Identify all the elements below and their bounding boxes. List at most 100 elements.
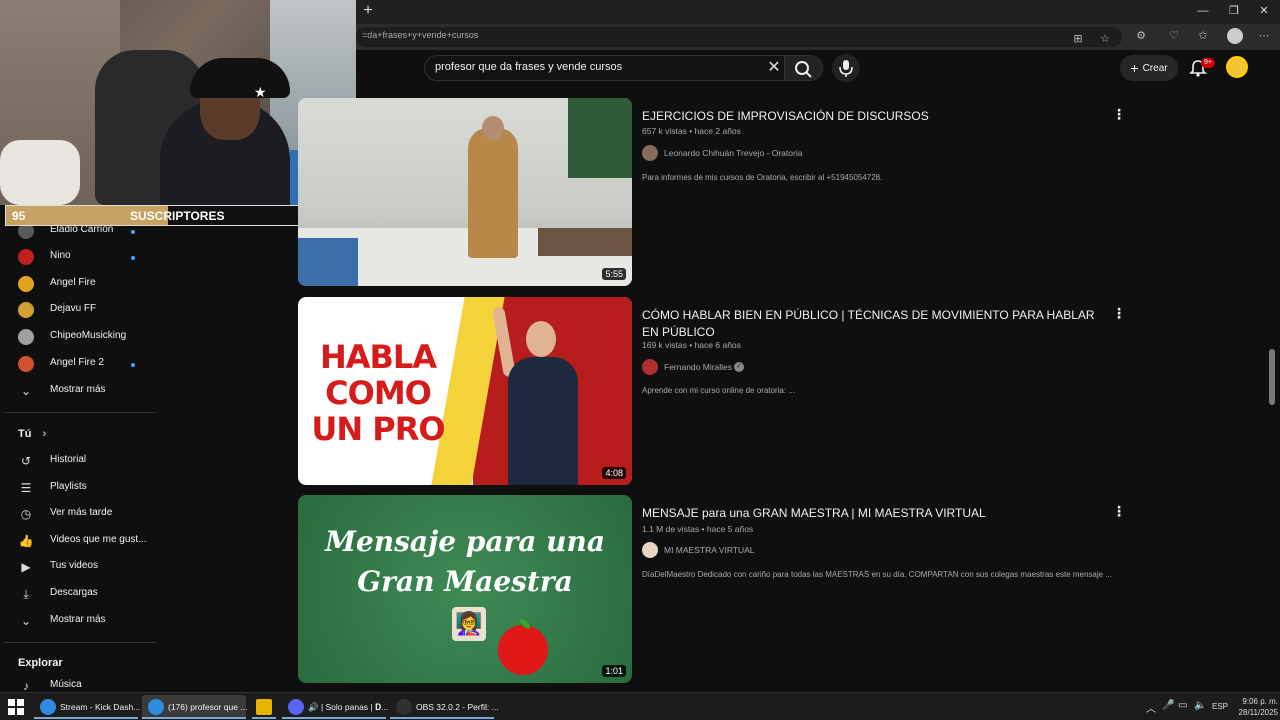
sidebar-item-history[interactable]: ↺ Historial [0, 448, 160, 475]
taskbar-app-button[interactable]: OBS 32.0.2 - Perfil: ... [390, 695, 499, 719]
search-button[interactable] [785, 55, 823, 81]
video-thumbnail[interactable]: HABLA COMO UN PRO 4:08 [298, 297, 632, 485]
apple-icon [498, 625, 548, 675]
clear-search-icon[interactable]: ✕ [764, 58, 784, 78]
extensions-icon[interactable]: ⚙ [1133, 28, 1149, 44]
url-text: =da+frases+y+vende+cursos [362, 30, 479, 40]
subscription-label: Angel Fire [50, 276, 96, 288]
channel-avatar[interactable] [642, 542, 658, 558]
restore-button[interactable]: ❐ [1219, 2, 1249, 20]
channel-avatar [18, 355, 34, 372]
sidebar-item-music[interactable]: ♪ Música [0, 673, 160, 692]
video-result[interactable]: 5:55 EJERCICIOS DE IMPROVISACIÓN DE DISC… [296, 98, 1126, 288]
sidebar-divider [4, 642, 156, 643]
profile-icon[interactable] [1227, 28, 1243, 44]
video-title[interactable]: EJERCICIOS DE IMPROVISACIÓN DE DISCURSOS [642, 108, 1102, 125]
channel-avatar [18, 275, 34, 292]
more-options-icon[interactable]: ⋯ [1256, 28, 1272, 44]
app-icon [288, 699, 304, 715]
sidebar-subscription-item[interactable]: Dejavu FF [0, 297, 160, 324]
url-field[interactable]: =da+frases+y+vende+cursos ⊞ ☆ [356, 27, 1122, 47]
new-content-dot [131, 256, 135, 261]
show-more-you[interactable]: ⌄ Mostrar más [0, 608, 160, 635]
thumb-text-line: Mensaje para una [325, 525, 605, 558]
minimize-button[interactable]: — [1188, 2, 1218, 20]
video-thumbnail[interactable]: 5:55 [298, 98, 632, 286]
thumb-speaker [468, 128, 518, 258]
sidebar-item-your-videos[interactable]: ▶ Tus videos [0, 554, 160, 581]
video-result[interactable]: HABLA COMO UN PRO 4:08 CÓMO HABLAR BIEN … [296, 297, 1126, 487]
clock-time: 9:06 p. m. [1242, 697, 1278, 706]
channel-avatar[interactable] [642, 359, 658, 375]
you-heading-label: Tú [18, 428, 32, 440]
channel-name[interactable]: Leonardo Chihuán Trevejo - Oratoria [664, 148, 802, 158]
microphone-tray-icon[interactable]: 🎤 [1162, 700, 1174, 711]
taskbar-app-label: (176) profesor que ... [168, 702, 248, 712]
channel-avatar[interactable] [642, 145, 658, 161]
app-icon [40, 699, 56, 715]
clock[interactable]: 9:06 p. m. 28/11/2025 [1232, 696, 1278, 718]
close-window-button[interactable]: ✕ [1249, 2, 1279, 20]
chevron-up-icon[interactable]: ︿ [1146, 700, 1156, 715]
sidebar-item-like[interactable]: 👍 Videos que me gust... [0, 528, 160, 555]
thumb-desk [298, 238, 358, 286]
page-scrollbar[interactable] [1269, 52, 1275, 692]
channel-name[interactable]: MI MAESTRA VIRTUAL [664, 545, 755, 555]
sidebar-item-download[interactable]: ⤓ Descargas [0, 581, 160, 608]
create-label: Crear [1142, 62, 1168, 74]
thumb-bench [538, 228, 632, 256]
account-avatar[interactable] [1226, 56, 1248, 78]
language-indicator[interactable]: ESP [1212, 702, 1228, 711]
active-indicator [390, 717, 494, 719]
video-thumbnail[interactable]: Mensaje para una Gran Maestra 👩‍🏫 1:01 [298, 495, 632, 683]
voice-search-button[interactable] [832, 54, 860, 82]
sidebar-item-label: Descargas [50, 587, 98, 598]
search-input[interactable]: profesor que da frases y vende cursos ✕ [424, 55, 785, 81]
more-actions-icon[interactable]: ⋮ [1112, 106, 1126, 122]
taskbar-app-label: Stream - Kick Dash... [60, 702, 141, 712]
windows-start-icon[interactable] [8, 699, 24, 715]
windows-taskbar: Stream - Kick Dash... (176) profesor que … [0, 692, 1280, 720]
notification-badge: 9+ [1201, 58, 1215, 68]
sidebar-item-playlists[interactable]: ☰ Playlists [0, 475, 160, 502]
more-actions-icon[interactable]: ⋮ [1112, 503, 1126, 519]
video-title[interactable]: MENSAJE para una GRAN MAESTRA | MI MAEST… [642, 505, 1102, 522]
subscriber-current: 95 [12, 209, 26, 223]
video-title[interactable]: CÓMO HABLAR BIEN EN PÚBLICO | TÉCNICAS D… [642, 307, 1102, 341]
network-icon[interactable]: ▭ [1178, 700, 1187, 711]
app-available-icon[interactable]: ⊞ [1070, 31, 1086, 47]
show-more-label: Mostrar más [50, 614, 106, 625]
taskbar-app-button[interactable]: 🔊 | Solo panas | 𝐃... [282, 695, 388, 719]
volume-icon[interactable]: 🔈 [1194, 700, 1206, 711]
active-indicator [34, 717, 138, 719]
taskbar-app-button[interactable] [252, 695, 276, 719]
sidebar-item-label: Historial [50, 454, 87, 465]
music-icon: ♪ [23, 679, 29, 692]
more-actions-icon[interactable]: ⋮ [1112, 305, 1126, 321]
microphone-icon [839, 60, 853, 77]
taskbar-app-button[interactable]: Stream - Kick Dash... [34, 695, 141, 719]
video-result[interactable]: Mensaje para una Gran Maestra 👩‍🏫 1:01 M… [296, 495, 1126, 685]
video-meta: 1.1 M de vistas • hace 5 años [642, 524, 754, 534]
favorite-star-icon[interactable]: ☆ [1097, 31, 1113, 47]
favorites-icon[interactable]: ✩ [1195, 28, 1211, 44]
app-icon [256, 699, 272, 715]
sidebar-subscription-item[interactable]: Nino [0, 244, 160, 271]
taskbar-app-button[interactable]: (176) profesor que ... [142, 695, 248, 719]
app-icon [148, 699, 164, 715]
browser-essentials-icon[interactable]: ♡ [1166, 28, 1182, 44]
sidebar-item-label: Tus videos [50, 560, 98, 572]
you-section-heading[interactable]: Tú › [18, 428, 46, 440]
sidebar-subscription-item[interactable]: Angel Fire [0, 271, 160, 298]
scrollbar-thumb[interactable] [1269, 349, 1275, 405]
thumb-text-line: Gran Maestra [357, 565, 573, 598]
channel-name[interactable]: Fernando Miralles [664, 362, 732, 372]
sidebar-subscription-item[interactable]: ChipeoMusicking [0, 324, 160, 351]
subscription-label: Nino [50, 250, 71, 262]
sidebar-subscription-item[interactable]: Angel Fire 2 [0, 351, 160, 378]
taskbar-app-label: OBS 32.0.2 - Perfil: ... [416, 702, 499, 712]
sidebar-item-watch-later[interactable]: ◷ Ver más tarde [0, 501, 160, 528]
show-more-subscriptions[interactable]: ⌄ Mostrar más [0, 378, 160, 405]
create-button[interactable]: + Crear [1120, 55, 1178, 81]
new-tab-button[interactable]: + [360, 2, 376, 20]
